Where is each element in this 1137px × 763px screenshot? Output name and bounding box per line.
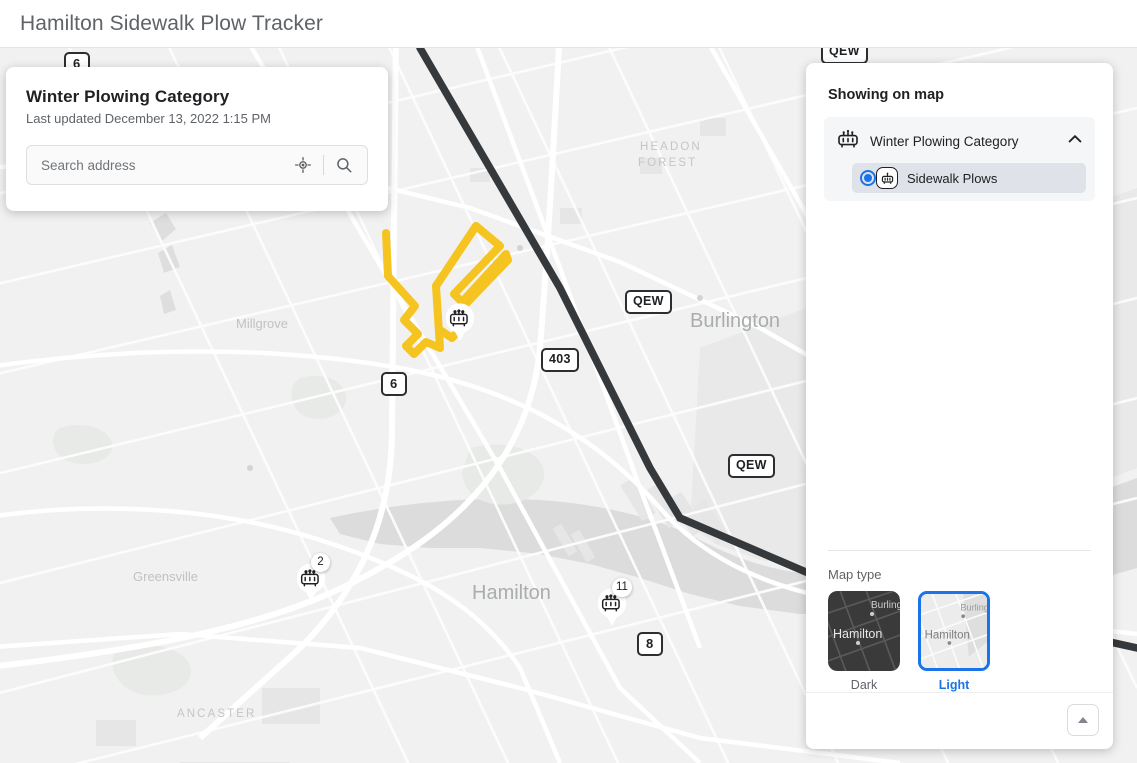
layers-panel: Showing on map Winter Plowing Category S… [806, 63, 1113, 749]
sidewalk-plow-glyph [881, 172, 893, 184]
dark-map-preview: Burling Hamilton [828, 591, 900, 671]
plow-marker[interactable] [443, 302, 477, 344]
map-pin [446, 303, 474, 341]
layer-group-header[interactable]: Winter Plowing Category [824, 123, 1095, 159]
svg-text:Hamilton: Hamilton [925, 629, 970, 641]
chevron-up-icon[interactable] [1065, 129, 1085, 154]
marker-count-badge: 11 [612, 578, 632, 597]
snow-plow-glyph [838, 129, 858, 148]
my-location-icon[interactable] [290, 152, 316, 178]
snow-plow-icon [836, 128, 860, 155]
svg-text:Hamilton: Hamilton [833, 627, 882, 641]
layer-item-sidewalk-plows[interactable]: Sidewalk Plows [852, 163, 1086, 193]
layer-group-label: Winter Plowing Category [870, 133, 1019, 149]
map-type-thumb-light[interactable]: Burling Hamilton [918, 591, 990, 671]
chevron-up-glyph [1068, 134, 1082, 142]
svg-text:Burling: Burling [960, 603, 987, 613]
highway-shield-qew2: QEW [625, 290, 672, 314]
app-root: Hamilton Sidewalk Plow Tracker HEADON FO… [0, 0, 1137, 763]
my-location-glyph [294, 156, 312, 174]
map-type-options: Burling Hamilton Dark Burling Hamilton L… [828, 591, 1091, 692]
layer-item-label: Sidewalk Plows [907, 170, 998, 186]
page-title: Hamilton Sidewalk Plow Tracker [20, 11, 323, 35]
search-card: Winter Plowing Category Last updated Dec… [6, 67, 388, 211]
map-type-label: Map type [828, 567, 882, 582]
highway-shield-403: 403 [541, 348, 579, 372]
plow-marker-cluster[interactable]: 2 [294, 553, 330, 604]
map-type-section: Map type Burling Hamilton Dark Burling H… [806, 551, 1113, 692]
map-type-thumb-dark[interactable]: Burling Hamilton [828, 591, 900, 671]
highway-shield-qew3: QEW [728, 454, 775, 478]
search-icon[interactable] [331, 152, 357, 178]
svg-text:Burling: Burling [871, 600, 900, 611]
highway-shield-qew1: QEW [821, 48, 868, 64]
panel-collapse-button[interactable] [1067, 704, 1099, 736]
search-divider [323, 155, 324, 175]
layers-panel-body: Showing on map Winter Plowing Category S… [806, 63, 1113, 550]
radio-dot [864, 174, 872, 182]
layer-group-winter-plowing: Winter Plowing Category Sidewalk Plows [824, 117, 1095, 201]
app-header: Hamilton Sidewalk Plow Tracker [0, 0, 1137, 48]
radio-sidewalk-plows[interactable] [860, 170, 876, 186]
panel-footer [806, 692, 1113, 749]
triangle-up-icon [1078, 717, 1088, 723]
highway-shield-8: 8 [637, 632, 663, 656]
map-type-caption-light: Light [938, 678, 970, 692]
light-map-preview: Burling Hamilton [921, 594, 987, 668]
sidewalk-plow-icon [876, 167, 898, 189]
search-box[interactable] [26, 145, 368, 185]
map-type-option-dark[interactable]: Burling Hamilton Dark [828, 591, 900, 692]
plow-marker-cluster[interactable]: 11 [595, 578, 632, 629]
map-type-caption-dark: Dark [850, 678, 878, 692]
highway-shield-6b: 6 [381, 372, 407, 396]
marker-count-badge: 2 [311, 553, 330, 572]
search-input[interactable] [39, 145, 290, 185]
last-updated-text: Last updated December 13, 2022 1:15 PM [26, 111, 271, 126]
search-glyph [337, 158, 352, 173]
map-type-option-light[interactable]: Burling Hamilton Light [918, 591, 990, 692]
panel-heading: Showing on map [828, 87, 944, 103]
search-card-title: Winter Plowing Category [26, 87, 230, 106]
